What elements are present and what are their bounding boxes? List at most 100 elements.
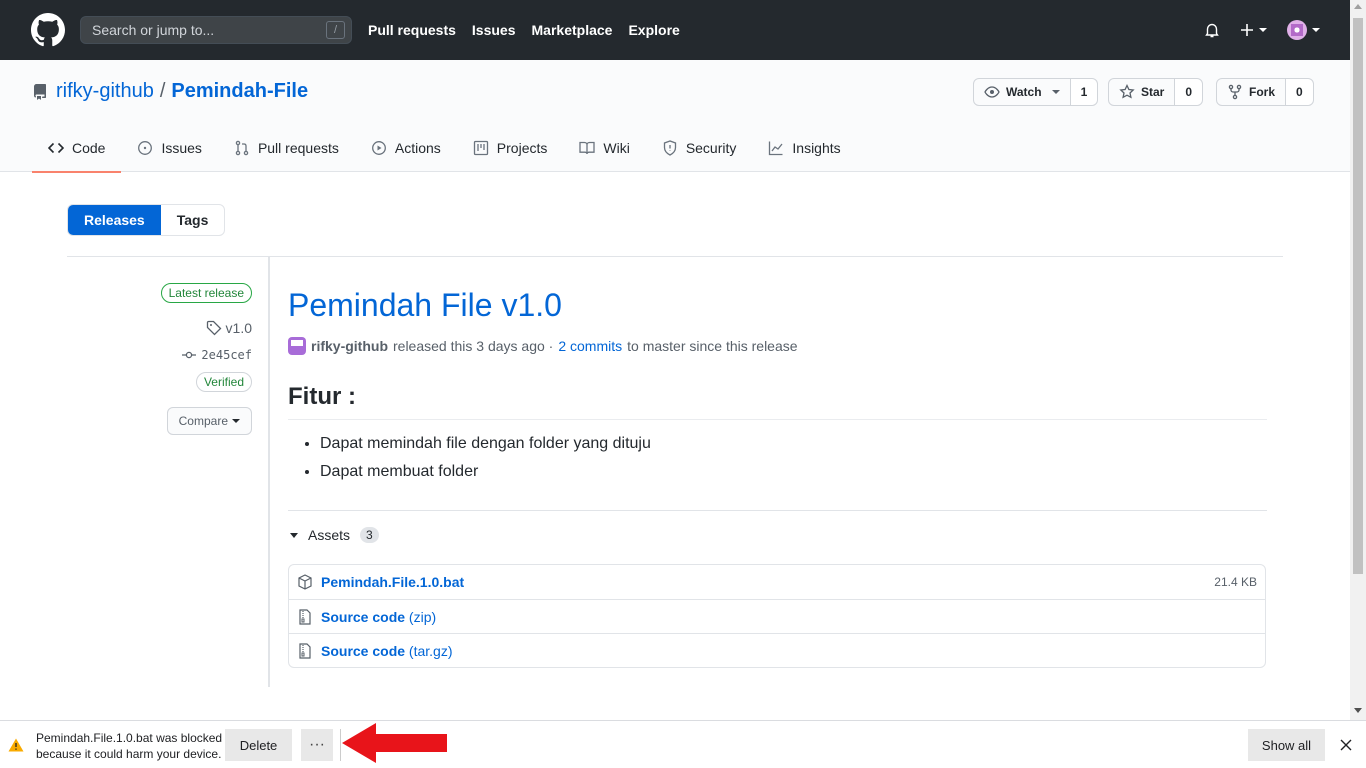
release-title[interactable]: Pemindah File v1.0 xyxy=(288,287,562,324)
graph-icon xyxy=(769,141,783,156)
repo-name-link[interactable]: Pemindah-File xyxy=(171,80,308,103)
more-options-button[interactable]: ··· xyxy=(301,729,333,761)
repo-icon xyxy=(33,83,46,100)
tab-actions[interactable]: Actions xyxy=(355,124,457,172)
fork-count[interactable]: 0 xyxy=(1286,79,1313,105)
chevron-down-icon xyxy=(1312,28,1320,32)
close-icon xyxy=(1340,739,1352,751)
watch-count[interactable]: 1 xyxy=(1070,79,1098,105)
compare-button[interactable]: Compare xyxy=(166,407,252,435)
download-warning-line1: Pemindah.File.1.0.bat was blocked xyxy=(36,731,223,745)
file-zip-icon xyxy=(299,608,311,625)
download-warning-text: Pemindah.File.1.0.bat was blocked becaus… xyxy=(36,730,222,762)
star-icon xyxy=(1119,84,1135,99)
nav-explore[interactable]: Explore xyxy=(628,22,679,38)
project-icon xyxy=(473,140,488,156)
tab-insights-label: Insights xyxy=(792,140,841,156)
watch-button[interactable]: Watch xyxy=(974,79,1071,105)
chevron-down-icon xyxy=(1259,28,1267,32)
delete-button[interactable]: Delete xyxy=(225,729,292,761)
tab-security[interactable]: Security xyxy=(646,124,753,172)
red-arrow-annotation xyxy=(342,723,447,763)
release-byline: rifky-github released this 3 days ago · … xyxy=(288,337,798,355)
verified-badge[interactable]: Verified xyxy=(195,372,252,392)
tab-insights[interactable]: Insights xyxy=(752,124,856,172)
tab-projects[interactable]: Projects xyxy=(457,124,564,172)
bell-icon xyxy=(1205,23,1219,38)
tab-code[interactable]: Code xyxy=(32,124,122,173)
releases-tab[interactable]: Releases xyxy=(68,205,161,235)
search-placeholder: Search or jump to... xyxy=(92,22,215,38)
github-logo-icon[interactable] xyxy=(31,13,65,47)
asset-format: (zip) xyxy=(408,608,437,625)
asset-link[interactable]: Pemindah.File.1.0.bat xyxy=(321,574,464,590)
tab-pull-requests[interactable]: Pull requests xyxy=(218,124,355,172)
eye-icon xyxy=(984,86,1000,98)
user-menu-button[interactable] xyxy=(1287,20,1320,40)
show-all-button[interactable]: Show all xyxy=(1248,729,1325,761)
latest-release-badge: Latest release xyxy=(160,283,252,303)
commits-link[interactable]: 2 commits xyxy=(558,338,622,354)
nav-issues[interactable]: Issues xyxy=(472,22,516,38)
releases-tags-toggle: Releases Tags xyxy=(67,204,226,236)
asset-link-label: Source code xyxy=(321,642,406,659)
play-icon xyxy=(371,141,386,155)
tab-issues[interactable]: Issues xyxy=(121,124,217,172)
header-actions xyxy=(1204,0,1320,60)
download-warning-line2: because it could harm your device. xyxy=(36,747,222,761)
tab-wiki[interactable]: Wiki xyxy=(563,124,645,172)
repo-tabs: Code Issues Pull requests Actions Projec… xyxy=(32,124,857,173)
repo-owner-link[interactable]: rifky-github xyxy=(56,80,154,103)
tag-label: v1.0 xyxy=(225,320,252,336)
tab-projects-label: Projects xyxy=(496,140,548,156)
notifications-button[interactable] xyxy=(1204,22,1220,38)
watch-label: Watch xyxy=(1006,85,1042,99)
tab-wiki-label: Wiki xyxy=(603,140,630,156)
author-avatar[interactable] xyxy=(288,337,306,355)
repo-header: rifky-github / Pemindah-File Watch 1 Sta… xyxy=(0,60,1350,173)
close-download-bar-button[interactable] xyxy=(1336,733,1356,757)
star-button[interactable]: Star xyxy=(1109,79,1176,105)
nav-pull-requests[interactable]: Pull requests xyxy=(368,22,456,38)
author-link[interactable]: rifky-github xyxy=(311,338,388,354)
divider xyxy=(288,510,1267,511)
fork-button-group: Fork 0 xyxy=(1216,78,1314,106)
scroll-down-icon[interactable] xyxy=(1354,708,1362,713)
pull-request-icon xyxy=(235,140,249,156)
chevron-down-icon xyxy=(1051,90,1060,94)
triangle-down-icon xyxy=(290,532,298,538)
source-code-zip-link[interactable]: Source code (zip) xyxy=(321,609,436,625)
code-icon xyxy=(48,142,64,154)
release-notes-heading: Fitur : xyxy=(288,383,1267,420)
asset-row: Source code (tar.gz) xyxy=(289,633,1265,667)
tags-tab[interactable]: Tags xyxy=(161,205,225,235)
issue-icon xyxy=(138,141,153,155)
assets-list: Pemindah.File.1.0.bat 21.4 KB Source cod… xyxy=(288,564,1266,668)
star-count[interactable]: 0 xyxy=(1175,79,1203,105)
scroll-up-icon[interactable] xyxy=(1354,4,1362,9)
page-scrollbar[interactable] xyxy=(1350,0,1366,720)
release-meta: Latest release v1.0 2e45cef Verified Com… xyxy=(67,257,270,687)
create-new-button[interactable] xyxy=(1240,23,1267,37)
repo-path-separator: / xyxy=(159,80,166,102)
tab-pull-requests-label: Pull requests xyxy=(257,140,339,156)
scrollbar-thumb[interactable] xyxy=(1353,18,1363,574)
tab-issues-label: Issues xyxy=(161,140,202,156)
assets-toggle[interactable]: Assets 3 xyxy=(290,527,379,543)
fork-icon xyxy=(1228,84,1242,100)
warning-icon xyxy=(8,738,24,752)
avatar xyxy=(1287,20,1307,40)
plus-icon xyxy=(1241,24,1253,36)
star-label: Star xyxy=(1141,85,1165,99)
source-code-targz-link[interactable]: Source code (tar.gz) xyxy=(321,643,453,659)
commits-suffix: to master since this release xyxy=(627,338,798,354)
tab-actions-label: Actions xyxy=(394,140,441,156)
released-text: released this 3 days ago · xyxy=(393,338,554,354)
asset-row: Source code (zip) xyxy=(289,599,1265,633)
nav-marketplace[interactable]: Marketplace xyxy=(532,22,613,38)
release-commit-link[interactable]: 2e45cef xyxy=(181,347,252,363)
release-tag-link[interactable]: v1.0 xyxy=(206,320,252,336)
fork-button[interactable]: Fork xyxy=(1217,79,1287,105)
global-nav: Pull requests Issues Marketplace Explore xyxy=(368,0,680,60)
search-input[interactable]: Search or jump to... / xyxy=(80,16,352,44)
